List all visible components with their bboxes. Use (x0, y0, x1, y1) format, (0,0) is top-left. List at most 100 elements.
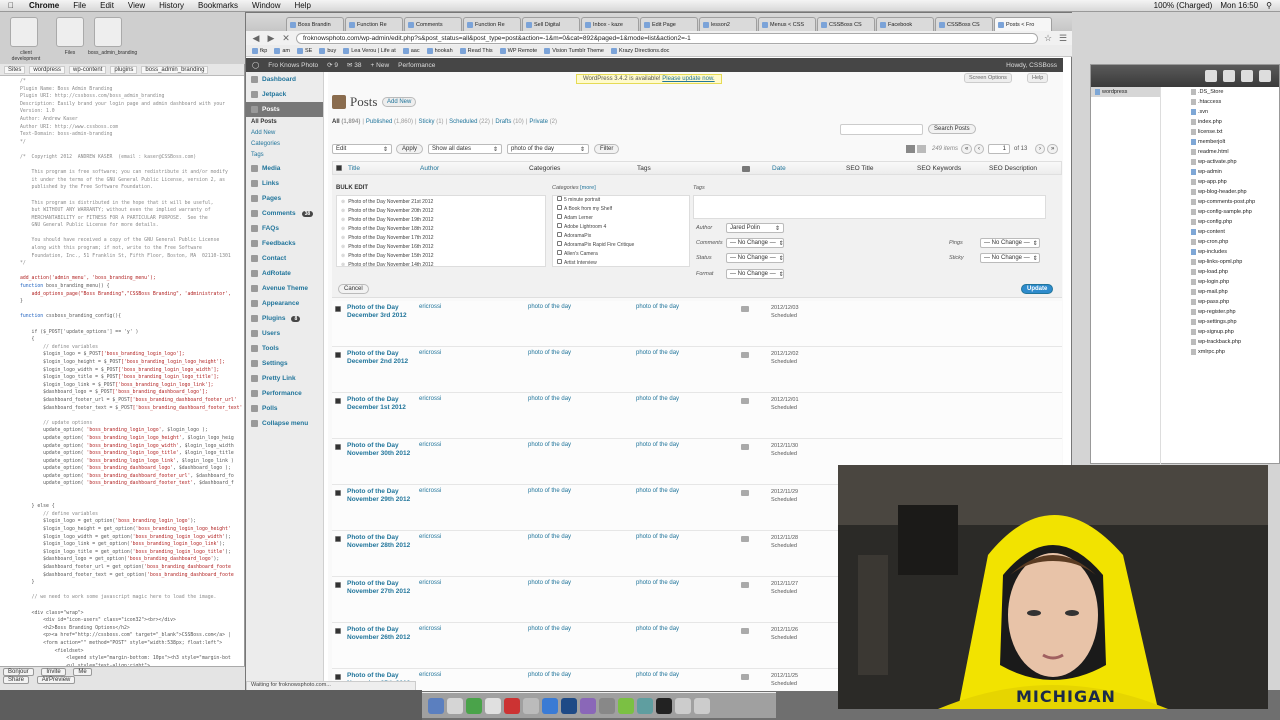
invite-button[interactable]: Invite (41, 668, 66, 676)
category-checkbox-item[interactable]: Adam Lerner (557, 214, 685, 223)
bookmark-item[interactable]: Read This (459, 47, 493, 54)
list-view-icon[interactable] (906, 145, 915, 153)
update-button[interactable]: Update (1021, 284, 1054, 294)
author-link[interactable]: ericrossi (419, 580, 441, 586)
sidebar-item-feedbacks[interactable]: Feedbacks (246, 236, 323, 251)
category-checkbox[interactable] (557, 232, 562, 237)
category-link[interactable]: photo of the day (528, 304, 571, 310)
browser-tab[interactable]: Facebook (876, 17, 934, 31)
sidebar-item-links[interactable]: Links (246, 176, 323, 191)
category-checkbox[interactable] (557, 241, 562, 246)
sidebar-item-settings[interactable]: Settings (246, 356, 323, 371)
category-checkbox[interactable] (557, 214, 562, 219)
app-dock-icon[interactable] (675, 697, 691, 714)
row-checkbox[interactable] (335, 352, 341, 358)
finder-item[interactable]: .DS_Store (1191, 87, 1280, 97)
desktop-file-icon[interactable] (94, 17, 122, 47)
sidebar-item-performance[interactable]: Performance (246, 386, 323, 401)
post-title-link[interactable]: Photo of the Day December 1st 2012 (347, 396, 417, 412)
stop-icon[interactable]: ✕ (281, 33, 291, 44)
bookmark-item[interactable]: hookah (426, 47, 453, 54)
add-new-button[interactable]: Add New (382, 97, 417, 107)
trash-dock-icon[interactable] (694, 697, 710, 714)
remove-icon[interactable]: ⊗ (341, 199, 345, 205)
tag-link[interactable]: photo of the day (636, 672, 679, 678)
finder-item[interactable]: wp-config.php (1191, 217, 1280, 227)
tag-link[interactable]: photo of the day (636, 304, 679, 310)
menu-window[interactable]: Window (245, 1, 287, 10)
app-dock-icon[interactable] (542, 697, 558, 714)
finder-item[interactable]: wp-cron.php (1191, 237, 1280, 247)
submenu-item[interactable]: All Posts (246, 117, 323, 128)
tag-link[interactable]: photo of the day (636, 580, 679, 586)
first-page-button[interactable]: « (961, 144, 973, 154)
finder-item[interactable]: wp-signup.php (1191, 327, 1280, 337)
submenu-item[interactable]: Tags (246, 150, 323, 161)
category-checkbox[interactable] (557, 205, 562, 210)
categories-more-link[interactable]: [more] (580, 185, 596, 191)
category-checkbox[interactable] (557, 259, 562, 264)
status-select[interactable]: — No Change — ⇕ (726, 253, 784, 263)
site-name-link[interactable]: Fro Knows Photo (268, 62, 318, 69)
breadcrumb-item[interactable]: Sites (4, 65, 26, 74)
clock[interactable]: Mon 16:50 (1220, 1, 1258, 10)
category-checkbox[interactable] (557, 223, 562, 228)
terminal-dock-icon[interactable] (656, 697, 672, 714)
row-checkbox[interactable] (335, 306, 341, 312)
star-icon[interactable]: ☆ (1043, 33, 1053, 44)
finder-item[interactable]: wp-load.php (1191, 267, 1280, 277)
row-checkbox[interactable] (335, 536, 341, 542)
tag-link[interactable]: photo of the day (636, 396, 679, 402)
column-title[interactable]: Title (348, 165, 360, 172)
spotlight-icon[interactable]: ⚲ (1266, 1, 1272, 10)
select-all-checkbox[interactable] (336, 165, 342, 171)
category-link[interactable]: photo of the day (528, 580, 571, 586)
photoshop-dock-icon[interactable] (561, 697, 577, 714)
filter-button[interactable]: Filter (594, 144, 620, 154)
pings-select[interactable]: — No Change — ⇕ (980, 238, 1040, 248)
cancel-button[interactable]: Cancel (338, 284, 369, 294)
category-checkbox-item[interactable]: AdoramaPix Rapid Fire Critique (557, 241, 685, 250)
row-checkbox[interactable] (335, 490, 341, 496)
documents-icon[interactable] (1223, 70, 1235, 82)
post-title-link[interactable]: Photo of the Day November 27th 2012 (347, 580, 417, 596)
sidebar-item-collapse-menu[interactable]: Collapse menu (246, 416, 323, 431)
comment-bubble-icon[interactable] (741, 490, 749, 496)
desktop-icon[interactable] (1241, 70, 1253, 82)
finder-item[interactable]: wp-config-sample.php (1191, 207, 1280, 217)
menu-icon[interactable]: ☰ (1058, 33, 1068, 44)
category-link[interactable]: photo of the day (528, 350, 571, 356)
search-input[interactable] (840, 124, 923, 135)
finder-item[interactable]: .svn (1191, 107, 1280, 117)
app-dock-icon[interactable] (637, 697, 653, 714)
row-checkbox[interactable] (335, 628, 341, 634)
finder-item[interactable]: memberjolt (1191, 137, 1280, 147)
category-link[interactable]: photo of the day (528, 672, 571, 678)
last-page-button[interactable]: » (1047, 144, 1059, 154)
bulk-titles-list[interactable]: ⊗ Photo of the Day November 21st 2012 ⊗ Pho… (336, 195, 546, 267)
status-filter-link[interactable]: Drafts (10) (495, 119, 523, 125)
current-page-input[interactable]: 1 (988, 144, 1010, 154)
sidebar-item-media[interactable]: Media (246, 161, 323, 176)
finder-item[interactable]: wp-comments-post.php (1191, 197, 1280, 207)
desktop-folder-icon[interactable] (10, 17, 38, 47)
category-checkbox-item[interactable]: AdoramaPix (557, 232, 685, 241)
finder-item[interactable]: wp-login.php (1191, 277, 1280, 287)
finder-item[interactable]: .htaccess (1191, 97, 1280, 107)
breadcrumb-item[interactable]: wp-content (69, 65, 107, 74)
status-filter-link[interactable]: Published (1,860) (366, 119, 413, 125)
category-checkbox-item[interactable]: Adobe Lightroom 4 (557, 223, 685, 232)
finder-item[interactable]: license.txt (1191, 127, 1280, 137)
browser-tab[interactable]: Menus < CSS (758, 17, 816, 31)
bookmark-item[interactable]: SE (296, 47, 312, 54)
submenu-item[interactable]: Add New (246, 128, 323, 139)
comment-bubble-icon[interactable] (741, 444, 749, 450)
breadcrumb-item[interactable]: boss_admin_branding (141, 65, 209, 74)
category-link[interactable]: photo of the day (528, 396, 571, 402)
post-title-link[interactable]: Photo of the Day November 30th 2012 (347, 442, 417, 458)
author-link[interactable]: ericrossi (419, 488, 441, 494)
chrome-dock-icon[interactable] (466, 697, 482, 714)
row-checkbox[interactable] (335, 444, 341, 450)
finder-item[interactable]: wp-blog-header.php (1191, 187, 1280, 197)
sidebar-item-pretty-link[interactable]: Pretty Link (246, 371, 323, 386)
